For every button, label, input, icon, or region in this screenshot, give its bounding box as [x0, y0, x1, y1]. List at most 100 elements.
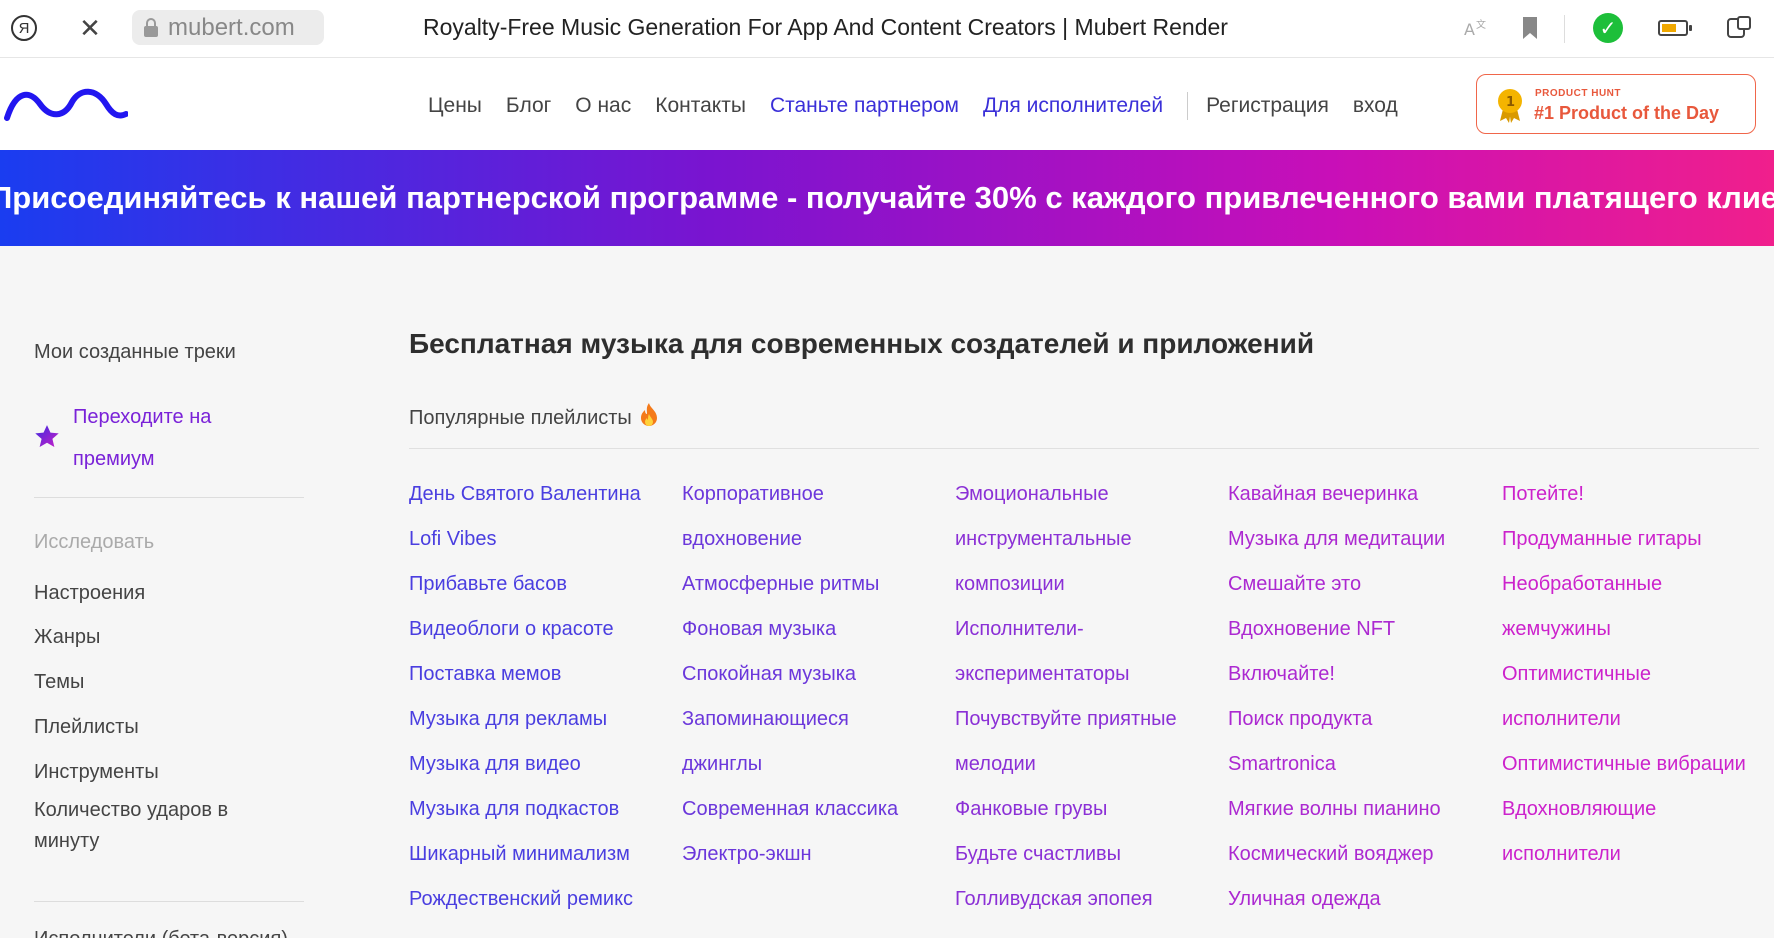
nav-item-register[interactable]: Регистрация	[1206, 94, 1329, 118]
playlist-link[interactable]: Музыка для видео	[409, 742, 679, 787]
playlist-link[interactable]: исполнители	[1502, 832, 1772, 877]
bpm-line-2: минуту	[34, 830, 100, 852]
check-circle-icon[interactable]: ✓	[1592, 12, 1624, 44]
playlist-link[interactable]: Lofi Vibes	[409, 517, 679, 562]
playlist-link[interactable]: Оптимистичные	[1502, 652, 1772, 697]
close-icon[interactable]: ✕	[74, 12, 106, 44]
playlist-link[interactable]: Оптимистичные вибрации	[1502, 742, 1772, 787]
sidebar-item-genres[interactable]: Жанры	[34, 626, 100, 649]
playlist-link[interactable]: Поставка мемов	[409, 652, 679, 697]
translate-icon[interactable]: A文	[1460, 12, 1492, 44]
playlist-link[interactable]: День Святого Валентина	[409, 472, 679, 517]
playlist-link[interactable]: Поиск продукта	[1228, 697, 1498, 742]
partner-banner[interactable]: Присоединяйтесь к нашей партнерской прог…	[0, 150, 1774, 246]
mubert-logo[interactable]	[4, 84, 129, 129]
url-text: mubert.com	[168, 13, 295, 41]
playlist-link[interactable]: Кавайная вечеринка	[1228, 472, 1498, 517]
playlist-link[interactable]: Необработанные	[1502, 562, 1772, 607]
playlist-link[interactable]: Музыка для медитации	[1228, 517, 1498, 562]
playlist-link[interactable]: Современная классика	[682, 787, 952, 832]
playlist-link[interactable]: Музыка для подкастов	[409, 787, 679, 832]
playlist-link[interactable]: Запоминающиеся	[682, 697, 952, 742]
nav-item-pricing[interactable]: Цены	[428, 94, 482, 118]
popular-label: Популярные плейлисты	[409, 406, 632, 429]
playlist-link[interactable]: Голливудская эпопея	[955, 877, 1225, 922]
sidebar-item-bpm[interactable]: Количество ударов в минуту	[34, 799, 228, 853]
playlist-link[interactable]: джинглы	[682, 742, 952, 787]
playlist-link[interactable]: Почувствуйте приятные	[955, 697, 1225, 742]
product-of-day-label: #1 Product of the Day	[1534, 103, 1720, 123]
sidebar-item-playlists[interactable]: Плейлисты	[34, 716, 139, 739]
yandex-icon[interactable]: Я	[8, 12, 40, 44]
playlist-link[interactable]: экспериментаторы	[955, 652, 1225, 697]
playlist-link[interactable]: Шикарный минимализм	[409, 832, 679, 877]
playlist-link[interactable]: Корпоративное	[682, 472, 952, 517]
nav-item-contacts[interactable]: Контакты	[655, 94, 746, 118]
playlist-link[interactable]: Фоновая музыка	[682, 607, 952, 652]
playlist-link[interactable]: Космический вояджер	[1228, 832, 1498, 877]
lock-icon	[140, 16, 162, 40]
bpm-line-1: Количество ударов в	[34, 799, 229, 821]
battery-icon[interactable]	[1657, 12, 1692, 44]
playlist-link[interactable]: Атмосферные ритмы	[682, 562, 952, 607]
sidebar-divider-2	[34, 901, 304, 902]
playlist-link[interactable]: исполнители	[1502, 697, 1772, 742]
medal-icon: 1	[1495, 87, 1525, 128]
sidebar-explore-heading: Исследовать	[34, 531, 155, 553]
playlist-link[interactable]: Smartronica	[1228, 742, 1498, 787]
premium-line-1: Переходите на	[73, 406, 212, 428]
nav-divider	[1187, 92, 1189, 120]
sidebar-item-instruments[interactable]: Инструменты	[34, 761, 159, 784]
playlist-column-2: Корпоративное вдохновение Атмосферные ритм…	[682, 472, 952, 877]
playlist-link[interactable]: Видеоблоги о красоте	[409, 607, 679, 652]
playlist-link[interactable]: Потейте!	[1502, 472, 1772, 517]
extensions-icon[interactable]	[1724, 12, 1756, 44]
playlist-link[interactable]: Продуманные гитары	[1502, 517, 1772, 562]
playlist-link[interactable]: Спокойная музыка	[682, 652, 952, 697]
nav-item-artists[interactable]: Для исполнителей	[983, 94, 1163, 118]
playlist-column-1: День Святого Валентина Lofi Vibes Прибавьт…	[409, 472, 679, 922]
playlist-link[interactable]: жемчужины	[1502, 607, 1772, 652]
address-bar[interactable]: mubert.com	[132, 10, 324, 45]
playlist-link[interactable]: Вдохновляющие	[1502, 787, 1772, 832]
playlist-link[interactable]: мелодии	[955, 742, 1225, 787]
product-hunt-label: PRODUCT HUNT	[1535, 88, 1621, 99]
star-icon	[34, 424, 60, 455]
playlist-link[interactable]: Рождественский ремикс	[409, 877, 679, 922]
svg-text:A: A	[1464, 20, 1475, 39]
playlist-link[interactable]: Исполнители-	[955, 607, 1225, 652]
playlist-link[interactable]: Мягкие волны пианино	[1228, 787, 1498, 832]
premium-line-2: премиум	[73, 448, 155, 470]
nav-item-about[interactable]: О нас	[575, 94, 631, 118]
playlist-link[interactable]: вдохновение	[682, 517, 952, 562]
playlist-column-3: Эмоциональные инструментальные композиции И…	[955, 472, 1225, 922]
playlist-link[interactable]: Прибавьте басов	[409, 562, 679, 607]
playlist-link[interactable]: композиции	[955, 562, 1225, 607]
playlist-link[interactable]: Музыка для рекламы	[409, 697, 679, 742]
nav-item-blog[interactable]: Блог	[506, 94, 551, 118]
playlist-link[interactable]: Фанковые грувы	[955, 787, 1225, 832]
playlist-link[interactable]: Электро-экшн	[682, 832, 952, 877]
playlist-column-5: Потейте! Продуманные гитары Необработанные…	[1502, 472, 1772, 877]
sidebar-item-moods[interactable]: Настроения	[34, 582, 145, 605]
bookmark-icon[interactable]	[1514, 12, 1546, 44]
playlist-link[interactable]: Уличная одежда	[1228, 877, 1498, 922]
product-hunt-badge[interactable]: 1 PRODUCT HUNT #1 Product of the Day	[1476, 74, 1756, 134]
page-title: Royalty-Free Music Generation For App An…	[423, 14, 1228, 40]
sidebar-item-themes[interactable]: Темы	[34, 671, 84, 694]
playlist-link[interactable]: инструментальные	[955, 517, 1225, 562]
playlist-link[interactable]: Вдохновение NFT	[1228, 607, 1498, 652]
nav-item-partner[interactable]: Станьте партнером	[770, 94, 959, 118]
nav-item-login[interactable]: вход	[1353, 94, 1398, 118]
playlist-link[interactable]: Смешайте это	[1228, 562, 1498, 607]
playlist-link[interactable]: Эмоциональные	[955, 472, 1225, 517]
popular-playlists-heading: Популярные плейлисты	[409, 402, 660, 434]
main-heading: Бесплатная музыка для современных создат…	[409, 328, 1315, 359]
playlist-link[interactable]: Будьте счастливы	[955, 832, 1225, 877]
sidebar-item-artists-beta[interactable]: Исполнители (бета-версия)	[34, 928, 288, 938]
playlist-link[interactable]: Включайте!	[1228, 652, 1498, 697]
banner-text: Присоединяйтесь к нашей партнерской прог…	[0, 180, 1774, 215]
content-divider	[409, 448, 1759, 449]
fire-icon	[638, 402, 660, 434]
sidebar-my-tracks[interactable]: Мои созданные треки	[34, 341, 236, 364]
